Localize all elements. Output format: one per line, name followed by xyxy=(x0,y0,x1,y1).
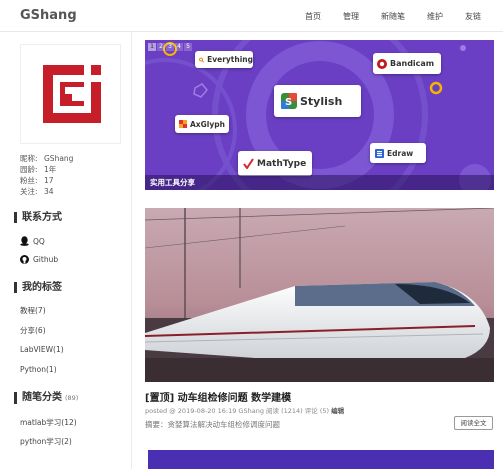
qq-icon xyxy=(20,236,29,246)
everything-icon xyxy=(199,57,205,63)
tool-name: Everything xyxy=(207,55,253,64)
tool-name: Stylish xyxy=(300,94,343,108)
tool-chip-edraw: Edraw xyxy=(370,143,426,163)
tool-chip-everything: Everything xyxy=(195,51,253,68)
carousel-pager: 1 2 3 4 5 xyxy=(148,43,193,51)
contact-qq-label: QQ xyxy=(33,236,45,246)
profile-key: 粉丝: xyxy=(20,176,38,185)
tool-name: MathType xyxy=(257,158,307,169)
pager-dot[interactable]: 4 xyxy=(175,43,183,51)
tags-title: 我的标签 xyxy=(14,282,62,293)
tool-chip-axglyph: AxGlyph xyxy=(175,115,229,133)
next-post-banner[interactable] xyxy=(148,450,494,469)
contact-github-label: Github xyxy=(33,255,59,264)
tools-banner[interactable]: 1 2 3 4 5 Everything Bandicam S Stylish … xyxy=(145,40,494,190)
contact-qq[interactable]: QQ xyxy=(20,236,45,246)
nav-home[interactable]: 首页 xyxy=(305,11,321,22)
mathtype-icon xyxy=(243,158,254,169)
tool-chip-mathtype: MathType xyxy=(238,151,312,176)
profile-key: 昵称: xyxy=(20,154,38,163)
category-item[interactable]: python学习(2) xyxy=(20,436,72,447)
nav-friends[interactable]: 友链 xyxy=(465,11,481,22)
tool-chip-bandicam: Bandicam xyxy=(373,53,441,74)
bandicam-icon xyxy=(377,58,387,69)
profile-followers[interactable]: 17 xyxy=(44,175,54,186)
site-brand[interactable]: GShang xyxy=(20,8,77,23)
github-icon xyxy=(20,255,29,264)
category-item[interactable]: matlab学习(12) xyxy=(20,417,77,428)
profile-info: 昵称: GShang 园龄: 1年 粉丝: 17 关注: 34 xyxy=(20,153,73,197)
read-more-button[interactable]: 阅读全文 xyxy=(454,416,493,430)
edraw-icon xyxy=(375,148,384,158)
post-meta-text: posted @ 2019-08-20 16:19 GShang 阅读 (121… xyxy=(145,407,330,415)
avatar[interactable] xyxy=(20,44,121,144)
nav-maintain[interactable]: 维护 xyxy=(427,11,443,22)
top-header: GShang 首页 管理 新随笔 维护 友链 xyxy=(0,0,503,32)
svg-text:S: S xyxy=(285,97,292,108)
tool-name: Edraw xyxy=(387,148,414,158)
tag-item[interactable]: 分享(6) xyxy=(20,325,46,336)
profile-nickname[interactable]: GShang xyxy=(44,153,73,164)
stylish-icon: S xyxy=(281,93,297,109)
pager-dot[interactable]: 1 xyxy=(148,43,156,51)
nav-manage[interactable]: 管理 xyxy=(343,11,359,22)
tool-chip-stylish: S Stylish xyxy=(274,85,361,117)
categories-count: (89) xyxy=(65,394,79,402)
post-cover-image[interactable] xyxy=(145,208,494,382)
post-title[interactable]: [置顶] 动车组检修问题 数学建模 xyxy=(145,389,291,404)
tool-name: AxGlyph xyxy=(190,119,225,129)
categories-title: 随笔分类 (89) xyxy=(14,392,78,404)
profile-key: 园龄: xyxy=(20,165,38,174)
pager-dot[interactable]: 5 xyxy=(184,43,192,51)
sidebar: 昵称: GShang 园龄: 1年 粉丝: 17 关注: 34 联系方式 QQ Gith… xyxy=(0,32,132,469)
pager-dot[interactable]: 3 xyxy=(166,43,174,51)
contact-title: 联系方式 xyxy=(14,212,62,223)
categories-title-text: 随笔分类 xyxy=(22,392,62,403)
nav-new-post[interactable]: 新随笔 xyxy=(381,11,405,22)
tool-name: Bandicam xyxy=(390,59,435,68)
contact-github[interactable]: Github xyxy=(20,255,58,264)
tag-item[interactable]: Python(1) xyxy=(20,365,57,374)
profile-key: 关注: xyxy=(20,187,38,196)
post-edit-link[interactable]: 编辑 xyxy=(331,407,344,415)
pager-dot[interactable]: 2 xyxy=(157,43,165,51)
banner-caption[interactable]: 实用工具分享 xyxy=(145,175,494,190)
post-meta: posted @ 2019-08-20 16:19 GShang 阅读 (121… xyxy=(145,405,344,415)
gshang-logo-icon xyxy=(43,65,101,123)
train-photo xyxy=(145,208,494,382)
post-summary: 摘要：贪婪算法解决动车组检修调度问题 xyxy=(145,420,280,429)
profile-following[interactable]: 34 xyxy=(44,186,54,197)
top-nav: 首页 管理 新随笔 维护 友链 xyxy=(305,11,481,22)
tag-item[interactable]: 教程(7) xyxy=(20,305,46,316)
tag-item[interactable]: LabVIEW(1) xyxy=(20,345,64,354)
profile-age: 1年 xyxy=(44,165,57,174)
axglyph-icon xyxy=(179,120,187,128)
